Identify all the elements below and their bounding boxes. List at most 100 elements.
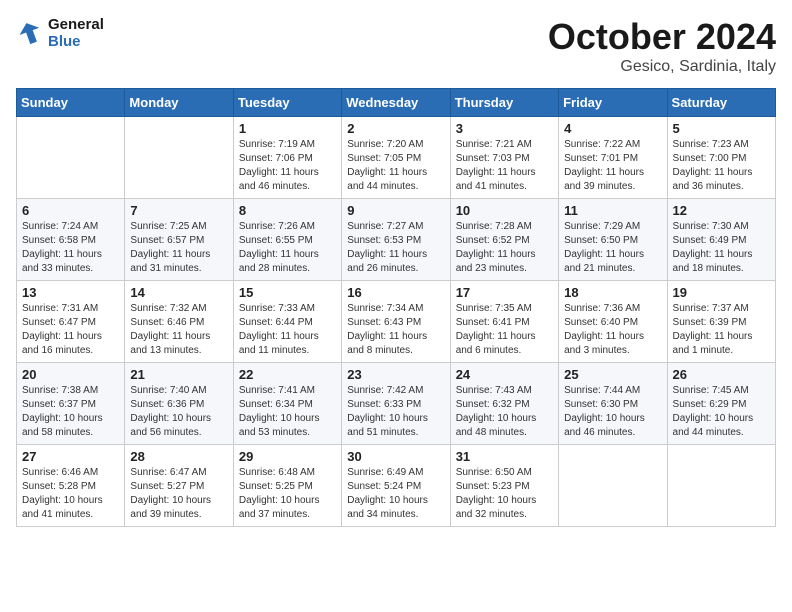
calendar-cell: 14 Sunrise: 7:32 AM Sunset: 6:46 PM Dayli… [125,281,233,363]
calendar-cell: 9 Sunrise: 7:27 AM Sunset: 6:53 PM Daylig… [342,199,450,281]
day-info: Sunrise: 7:38 AM Sunset: 6:37 PM Dayligh… [22,384,119,440]
day-info: Sunrise: 6:46 AM Sunset: 5:28 PM Dayligh… [22,466,119,522]
day-info: Sunrise: 7:19 AM Sunset: 7:06 PM Dayligh… [239,138,336,194]
day-number: 21 [130,367,227,382]
logo: General Blue [16,16,104,50]
logo-text: General Blue [48,16,104,50]
location: Gesico, Sardinia, Italy [548,58,776,76]
calendar-cell: 7 Sunrise: 7:25 AM Sunset: 6:57 PM Daylig… [125,199,233,281]
weekday-header-friday: Friday [559,89,667,117]
day-info: Sunrise: 7:42 AM Sunset: 6:33 PM Dayligh… [347,384,444,440]
day-info: Sunrise: 6:50 AM Sunset: 5:23 PM Dayligh… [456,466,553,522]
day-number: 27 [22,449,119,464]
calendar-week-row: 20 Sunrise: 7:38 AM Sunset: 6:37 PM Dayli… [17,363,776,445]
calendar-cell: 17Sunrise: 7:35 AM Sunset: 6:41 PM Dayli… [450,281,558,363]
day-number: 8 [239,203,336,218]
calendar-cell [17,117,125,199]
day-number: 1 [239,121,336,136]
day-info: Sunrise: 6:48 AM Sunset: 5:25 PM Dayligh… [239,466,336,522]
day-number: 29 [239,449,336,464]
calendar-cell [667,445,775,527]
calendar-cell: 1 Sunrise: 7:19 AM Sunset: 7:06 PM Daylig… [233,117,341,199]
day-number: 19 [673,285,770,300]
day-number: 4 [564,121,661,136]
page-header: General Blue October 2024 Gesico, Sardin… [16,16,776,76]
day-info: Sunrise: 7:36 AM Sunset: 6:40 PM Dayligh… [564,302,661,358]
day-number: 5 [673,121,770,136]
day-number: 25 [564,367,661,382]
day-info: Sunrise: 6:47 AM Sunset: 5:27 PM Dayligh… [130,466,227,522]
day-info: Sunrise: 7:25 AM Sunset: 6:57 PM Dayligh… [130,220,227,276]
day-number: 14 [130,285,227,300]
day-info: Sunrise: 7:20 AM Sunset: 7:05 PM Dayligh… [347,138,444,194]
day-info: Sunrise: 7:26 AM Sunset: 6:55 PM Dayligh… [239,220,336,276]
calendar-cell: 6Sunrise: 7:24 AM Sunset: 6:58 PM Daylig… [17,199,125,281]
day-number: 18 [564,285,661,300]
calendar-cell: 18 Sunrise: 7:36 AM Sunset: 6:40 PM Dayli… [559,281,667,363]
day-number: 22 [239,367,336,382]
calendar-cell: 21 Sunrise: 7:40 AM Sunset: 6:36 PM Dayli… [125,363,233,445]
calendar-cell: 23 Sunrise: 7:42 AM Sunset: 6:33 PM Dayli… [342,363,450,445]
calendar-week-row: 1 Sunrise: 7:19 AM Sunset: 7:06 PM Daylig… [17,117,776,199]
day-number: 2 [347,121,444,136]
day-info: Sunrise: 7:45 AM Sunset: 6:29 PM Dayligh… [673,384,770,440]
calendar-cell: 22 Sunrise: 7:41 AM Sunset: 6:34 PM Dayli… [233,363,341,445]
weekday-header-thursday: Thursday [450,89,558,117]
calendar-cell: 25 Sunrise: 7:44 AM Sunset: 6:30 PM Dayli… [559,363,667,445]
weekday-header-monday: Monday [125,89,233,117]
calendar-cell: 15 Sunrise: 7:33 AM Sunset: 6:44 PM Dayli… [233,281,341,363]
day-info: Sunrise: 7:22 AM Sunset: 7:01 PM Dayligh… [564,138,661,194]
calendar-cell: 24 Sunrise: 7:43 AM Sunset: 6:32 PM Dayli… [450,363,558,445]
day-info: Sunrise: 7:44 AM Sunset: 6:30 PM Dayligh… [564,384,661,440]
day-info: Sunrise: 7:40 AM Sunset: 6:36 PM Dayligh… [130,384,227,440]
calendar-cell: 12Sunrise: 7:30 AM Sunset: 6:49 PM Dayli… [667,199,775,281]
logo-icon [16,19,44,47]
calendar-cell: 16Sunrise: 7:34 AM Sunset: 6:43 PM Dayli… [342,281,450,363]
calendar-cell: 27 Sunrise: 6:46 AM Sunset: 5:28 PM Dayli… [17,445,125,527]
day-number: 13 [22,285,119,300]
day-number: 12 [673,203,770,218]
calendar-cell: 20 Sunrise: 7:38 AM Sunset: 6:37 PM Dayli… [17,363,125,445]
weekday-header-row: SundayMondayTuesdayWednesdayThursdayFrid… [17,89,776,117]
day-number: 9 [347,203,444,218]
day-number: 20 [22,367,119,382]
month-title: October 2024 [548,16,776,58]
day-info: Sunrise: 7:21 AM Sunset: 7:03 PM Dayligh… [456,138,553,194]
calendar-cell: 4 Sunrise: 7:22 AM Sunset: 7:01 PM Daylig… [559,117,667,199]
day-info: Sunrise: 7:34 AM Sunset: 6:43 PM Dayligh… [347,302,444,358]
day-info: Sunrise: 7:32 AM Sunset: 6:46 PM Dayligh… [130,302,227,358]
day-number: 23 [347,367,444,382]
calendar-cell: 10 Sunrise: 7:28 AM Sunset: 6:52 PM Dayli… [450,199,558,281]
calendar-week-row: 13Sunrise: 7:31 AM Sunset: 6:47 PM Dayli… [17,281,776,363]
calendar-cell: 5Sunrise: 7:23 AM Sunset: 7:00 PM Daylig… [667,117,775,199]
day-number: 24 [456,367,553,382]
calendar-cell: 3Sunrise: 7:21 AM Sunset: 7:03 PM Daylig… [450,117,558,199]
day-info: Sunrise: 7:28 AM Sunset: 6:52 PM Dayligh… [456,220,553,276]
day-number: 31 [456,449,553,464]
day-info: Sunrise: 7:33 AM Sunset: 6:44 PM Dayligh… [239,302,336,358]
day-info: Sunrise: 7:43 AM Sunset: 6:32 PM Dayligh… [456,384,553,440]
calendar-week-row: 27 Sunrise: 6:46 AM Sunset: 5:28 PM Dayli… [17,445,776,527]
day-number: 17 [456,285,553,300]
day-info: Sunrise: 7:24 AM Sunset: 6:58 PM Dayligh… [22,220,119,276]
calendar-cell: 26Sunrise: 7:45 AM Sunset: 6:29 PM Dayli… [667,363,775,445]
day-number: 10 [456,203,553,218]
calendar-week-row: 6Sunrise: 7:24 AM Sunset: 6:58 PM Daylig… [17,199,776,281]
weekday-header-wednesday: Wednesday [342,89,450,117]
title-block: October 2024 Gesico, Sardinia, Italy [548,16,776,76]
day-info: Sunrise: 6:49 AM Sunset: 5:24 PM Dayligh… [347,466,444,522]
day-number: 11 [564,203,661,218]
day-info: Sunrise: 7:29 AM Sunset: 6:50 PM Dayligh… [564,220,661,276]
day-number: 30 [347,449,444,464]
calendar-cell: 2 Sunrise: 7:20 AM Sunset: 7:05 PM Daylig… [342,117,450,199]
calendar-cell [125,117,233,199]
calendar-cell: 13Sunrise: 7:31 AM Sunset: 6:47 PM Dayli… [17,281,125,363]
day-number: 7 [130,203,227,218]
day-number: 15 [239,285,336,300]
calendar-table: SundayMondayTuesdayWednesdayThursdayFrid… [16,88,776,527]
calendar-cell: 19Sunrise: 7:37 AM Sunset: 6:39 PM Dayli… [667,281,775,363]
calendar-cell: 30 Sunrise: 6:49 AM Sunset: 5:24 PM Dayli… [342,445,450,527]
day-info: Sunrise: 7:41 AM Sunset: 6:34 PM Dayligh… [239,384,336,440]
weekday-header-tuesday: Tuesday [233,89,341,117]
day-info: Sunrise: 7:27 AM Sunset: 6:53 PM Dayligh… [347,220,444,276]
